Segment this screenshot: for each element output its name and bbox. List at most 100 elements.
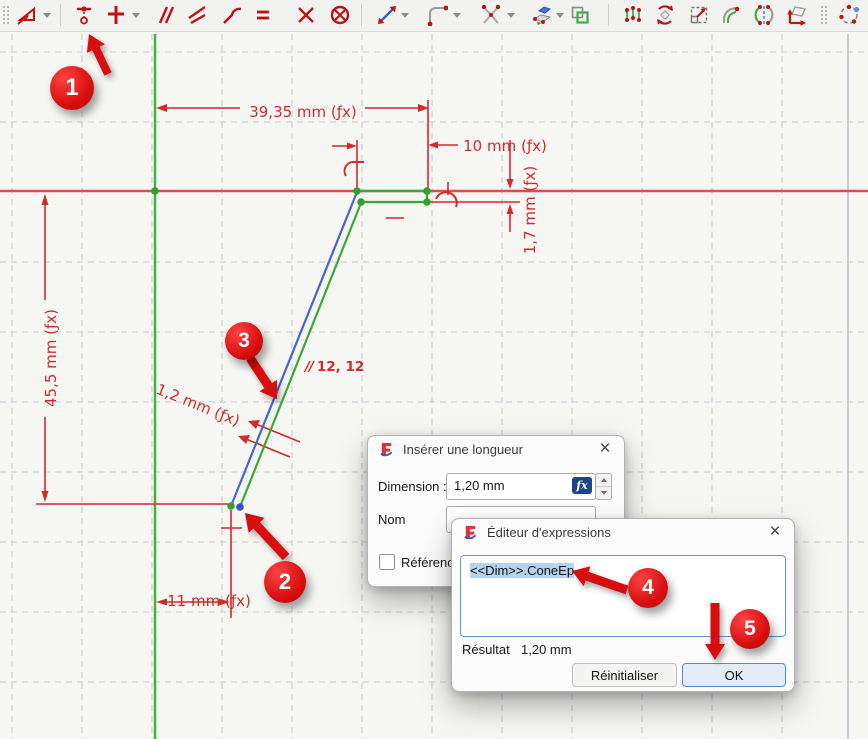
reset-button[interactable]: Réinitialiser (572, 663, 677, 687)
horizontal-vertical-dropdown-caret[interactable] (132, 13, 140, 18)
parallel-icon: // (305, 359, 313, 375)
constrain-horizontal-vertical-button[interactable] (104, 3, 128, 27)
fillet-button[interactable] (425, 3, 449, 27)
result-label: Résultat (462, 642, 510, 657)
scale-icon (688, 4, 710, 26)
dimension-value-field[interactable]: 1,20 mm fx (446, 473, 596, 500)
parallel-icon (155, 4, 177, 26)
close-icon[interactable]: × (595, 439, 615, 459)
expression-editor-titlebar[interactable]: Éditeur d'expressions (463, 525, 611, 540)
translate-button[interactable] (785, 3, 809, 27)
translate-icon (786, 4, 808, 26)
result-value: 1,20 mm (521, 642, 572, 657)
dimension-field-label: Dimension : (378, 479, 447, 494)
dimension-label-1-7[interactable]: 1,7 mm (ƒx) (521, 166, 539, 254)
array-icon (622, 4, 644, 26)
fillet-icon (426, 4, 448, 26)
spinner-down-icon[interactable] (596, 487, 611, 499)
symmetry-icon (753, 4, 775, 26)
sketcher-toolbar (0, 0, 868, 32)
horizontal-vertical-icon (105, 4, 127, 26)
dimension-value: 1,20 mm (454, 478, 505, 493)
toolbar-drag-handle[interactable] (820, 5, 827, 25)
sketch-edge-diagonal (240, 203, 361, 507)
dimension-spinner[interactable] (595, 473, 612, 500)
callout-1: 1 (50, 66, 94, 110)
array-button[interactable] (621, 3, 645, 27)
callout-4: 4 (628, 568, 668, 608)
scale-button[interactable] (687, 3, 711, 27)
trim-button[interactable] (479, 3, 503, 27)
bspline-icon (838, 4, 860, 26)
dimension-tool-button[interactable] (15, 3, 39, 27)
carbon-copy-icon (569, 4, 591, 26)
offset-button[interactable] (719, 3, 743, 27)
insert-length-dialog-titlebar[interactable]: Insérer une longueur (379, 442, 523, 457)
toolbar-separator (361, 4, 362, 26)
external-geometry-icon (531, 4, 553, 26)
offset-icon (720, 4, 742, 26)
dimension-dropdown-caret[interactable] (43, 13, 51, 18)
freecad-logo-icon (379, 442, 394, 457)
freecad-logo-icon (463, 525, 478, 540)
external-geometry-dropdown-caret[interactable] (556, 13, 564, 18)
vertex (353, 187, 361, 195)
expression-text-selected: <<Dim>>.ConeEp (470, 563, 574, 578)
spinner-up-icon[interactable] (596, 474, 611, 487)
dimension-label-10[interactable]: 10 mm (ƒx) (463, 137, 547, 155)
parallel-constraint-label[interactable]: //12, 12 (305, 359, 364, 375)
distance-icon (376, 4, 398, 26)
constrain-equal-button[interactable] (251, 3, 275, 27)
origin-point (151, 187, 159, 195)
vertex (357, 198, 365, 206)
constrain-distance-button[interactable] (375, 3, 399, 27)
toolbar-separator (608, 4, 609, 26)
dialog-title: Éditeur d'expressions (487, 525, 611, 540)
callout-arrow-2 (245, 513, 289, 560)
bspline-button[interactable] (837, 3, 861, 27)
name-field-label: Nom (378, 512, 405, 527)
ok-button[interactable]: OK (682, 663, 786, 687)
dimension-label-11[interactable]: 11 mm (ƒx) (167, 592, 251, 610)
constrain-parallel-button[interactable] (154, 3, 178, 27)
dimension-label-39-35[interactable]: 39,35 mm (ƒx) (249, 103, 357, 121)
dimension-label-45-5[interactable]: 45,5 mm (ƒx) (42, 309, 60, 407)
rotate-icon (654, 4, 676, 26)
carbon-copy-button[interactable] (568, 3, 592, 27)
dimension-icon (16, 4, 38, 26)
expression-fx-button[interactable]: fx (572, 477, 592, 494)
callout-arrow-3 (246, 356, 277, 400)
trim-dropdown-caret[interactable] (507, 13, 515, 18)
reference-checkbox-label: Référenc (401, 555, 454, 570)
freecad-sketcher-view: 39,35 mm (ƒx) 10 mm (ƒx) 1,7 mm (ƒx) 45,… (0, 0, 868, 739)
callout-5: 5 (730, 609, 770, 649)
fillet-dropdown-caret[interactable] (453, 13, 461, 18)
constrain-block-button[interactable] (328, 3, 352, 27)
external-geometry-button[interactable] (530, 3, 554, 27)
block-icon (329, 4, 351, 26)
expression-editor-dialog: Éditeur d'expressions × <<Dim>>.ConeEp R… (451, 518, 795, 692)
symmetric-icon (295, 4, 317, 26)
trim-icon (480, 4, 502, 26)
construction-vertex (236, 503, 244, 511)
distance-dropdown-caret[interactable] (401, 13, 409, 18)
vertex (423, 198, 431, 206)
close-icon[interactable]: × (765, 522, 785, 542)
callout-3: 3 (225, 322, 263, 360)
dialog-title: Insérer une longueur (403, 442, 523, 457)
symmetry-button[interactable] (752, 3, 776, 27)
dimension-label-1-2[interactable]: 1,2 mm (ƒx) (154, 380, 243, 430)
toolbar-separator (60, 4, 61, 26)
equal-icon (252, 4, 274, 26)
constrain-perpendicular-button[interactable] (185, 3, 209, 27)
reference-checkbox[interactable] (379, 554, 395, 570)
callout-arrow-1 (87, 34, 112, 76)
rotate-button[interactable] (653, 3, 677, 27)
vertex (423, 187, 431, 195)
constrain-coincident-button[interactable] (72, 3, 96, 27)
perpendicular-icon (186, 4, 208, 26)
constrain-tangent-button[interactable] (220, 3, 244, 27)
toolbar-drag-handle[interactable] (2, 5, 9, 25)
constrain-symmetric-button[interactable] (294, 3, 318, 27)
vertex (227, 502, 235, 510)
